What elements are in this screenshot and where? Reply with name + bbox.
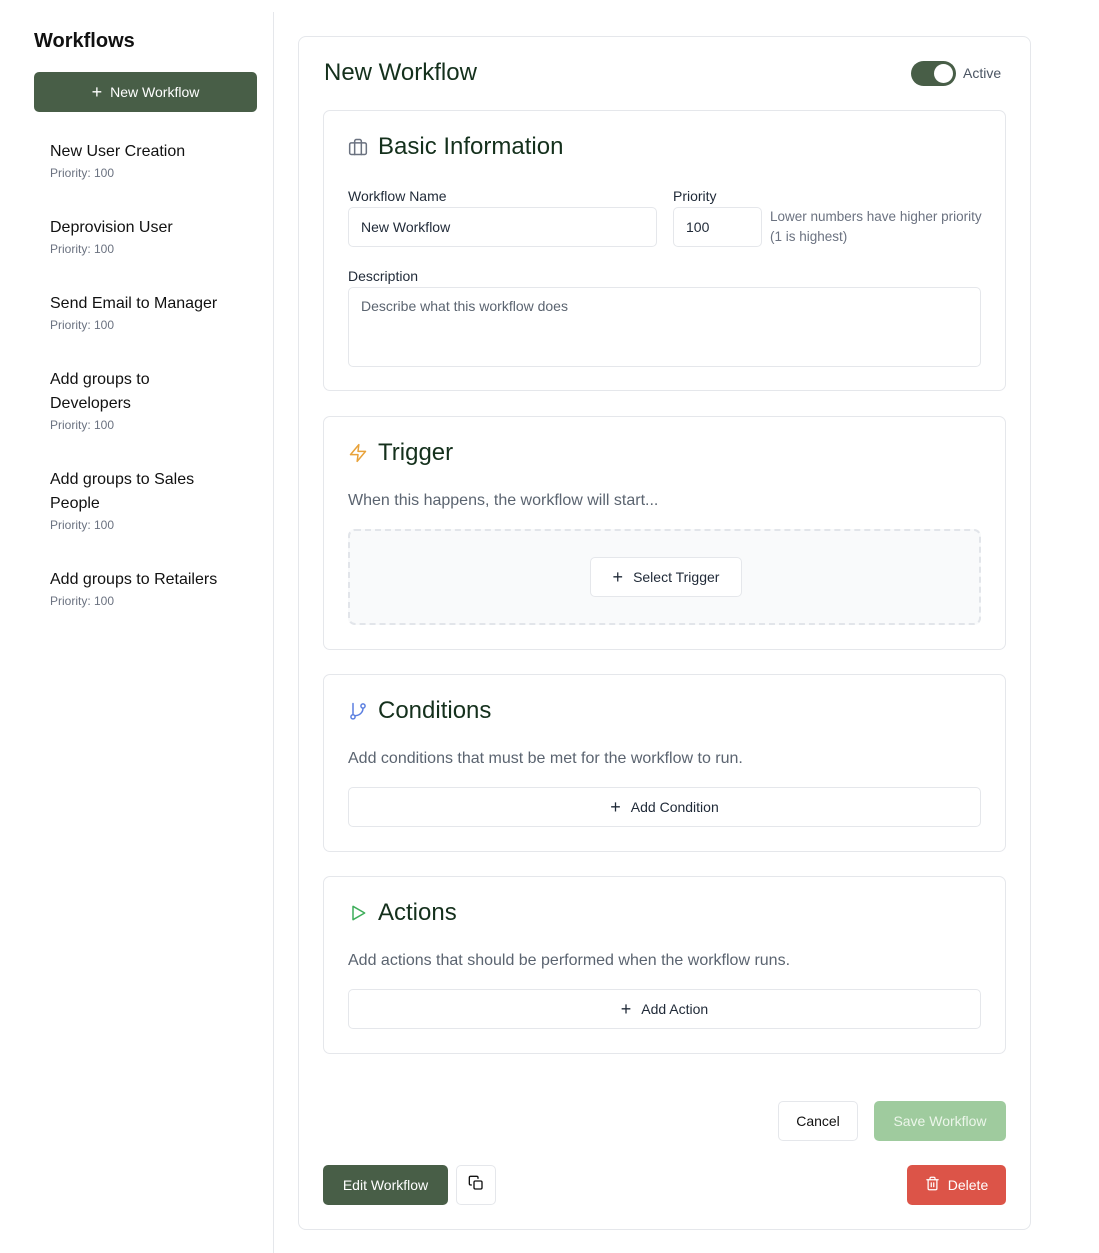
section-title: Conditions (378, 697, 492, 724)
play-icon (348, 903, 368, 923)
page-title: New Workflow (324, 59, 477, 86)
workflow-name-label: Workflow Name (348, 188, 447, 204)
workflow-name: Add groups to Retailers (50, 571, 218, 588)
section-title: Basic Information (378, 133, 564, 160)
workflow-name: Add groups to Developers (50, 371, 150, 412)
section-header: Actions (348, 899, 457, 927)
section-header: Conditions (348, 697, 491, 725)
priority-label: Priority (673, 188, 717, 204)
workflow-list-item[interactable]: Add groups to Developers Priority: 100 (50, 368, 220, 432)
section-description: When this happens, the workflow will sta… (348, 492, 659, 509)
section-description: Add actions that should be performed whe… (348, 952, 791, 969)
select-trigger-label: Select Trigger (633, 569, 720, 585)
trigger-section: Trigger When this happens, the workflow … (323, 416, 1006, 650)
workflow-name: Send Email to Manager (50, 295, 218, 312)
delete-label: Delete (947, 1177, 989, 1193)
git-branch-icon (348, 701, 368, 721)
workflow-priority: Priority: 100 (50, 242, 115, 256)
copy-icon (468, 1175, 484, 1196)
workflow-list-item[interactable]: Deprovision User Priority: 100 (50, 216, 250, 256)
section-title: Trigger (378, 439, 454, 466)
select-trigger-button[interactable]: + Select Trigger (590, 557, 742, 597)
priority-input[interactable] (673, 207, 762, 247)
trash-icon (925, 1176, 940, 1194)
briefcase-icon (348, 137, 368, 157)
plus-icon: + (91, 82, 103, 102)
add-action-label: Add Action (641, 1001, 709, 1017)
workflow-name: Add groups to Sales People (50, 471, 195, 512)
section-title: Actions (378, 899, 457, 926)
workflow-name: Deprovision User (50, 219, 173, 236)
sidebar-title: Workflows (34, 30, 135, 52)
description-label: Description (348, 268, 419, 284)
add-action-button[interactable]: + Add Action (348, 989, 981, 1029)
workflow-list-item[interactable]: Send Email to Manager Priority: 100 (50, 292, 250, 332)
section-header: Trigger (348, 439, 453, 467)
workflow-name: New User Creation (50, 143, 186, 160)
edit-workflow-button[interactable]: Edit Workflow (323, 1165, 448, 1205)
workflow-editor: New Workflow Active Basic Information Wo… (298, 36, 1031, 1230)
actions-section: Actions Add actions that should be perfo… (323, 876, 1006, 1054)
workflow-priority: Priority: 100 (50, 318, 115, 332)
workflow-priority: Priority: 100 (50, 418, 115, 432)
add-condition-button[interactable]: + Add Condition (348, 787, 981, 827)
workflow-priority: Priority: 100 (50, 518, 115, 532)
workflow-priority: Priority: 100 (50, 166, 115, 180)
toggle-knob (934, 64, 953, 83)
new-workflow-button[interactable]: + New Workflow (34, 72, 257, 112)
section-header: Basic Information (348, 133, 563, 161)
workflow-list-item[interactable]: Add groups to Sales People Priority: 100 (50, 468, 220, 532)
workflow-name-input[interactable] (348, 207, 657, 247)
new-workflow-label: New Workflow (110, 84, 200, 100)
save-workflow-button[interactable]: Save Workflow (874, 1101, 1006, 1141)
workflow-list-item[interactable]: Add groups to Retailers Priority: 100 (50, 568, 250, 608)
delete-button[interactable]: Delete (907, 1165, 1006, 1205)
workflow-list-item[interactable]: New User Creation Priority: 100 (50, 140, 250, 180)
active-toggle-label: Active (963, 65, 1002, 81)
add-condition-label: Add Condition (630, 799, 719, 815)
workflow-priority: Priority: 100 (50, 594, 115, 608)
priority-hint: Lower numbers have higher priority (1 is… (770, 209, 982, 244)
duplicate-button[interactable] (456, 1165, 496, 1205)
section-description: Add conditions that must be met for the … (348, 750, 743, 767)
conditions-section: Conditions Add conditions that must be m… (323, 674, 1006, 852)
description-textarea[interactable] (348, 287, 981, 367)
basic-information-section: Basic Information Workflow Name Priority… (323, 110, 1006, 391)
lightning-icon (348, 443, 368, 463)
plus-icon: + (612, 567, 624, 587)
plus-icon: + (610, 797, 621, 817)
active-toggle[interactable] (911, 61, 956, 86)
cancel-button[interactable]: Cancel (778, 1101, 858, 1141)
sidebar: Workflows + New Workflow New User Creati… (0, 0, 274, 1253)
trigger-dropzone: + Select Trigger (348, 529, 981, 625)
sidebar-divider (273, 12, 274, 1253)
plus-icon: + (620, 999, 632, 1019)
